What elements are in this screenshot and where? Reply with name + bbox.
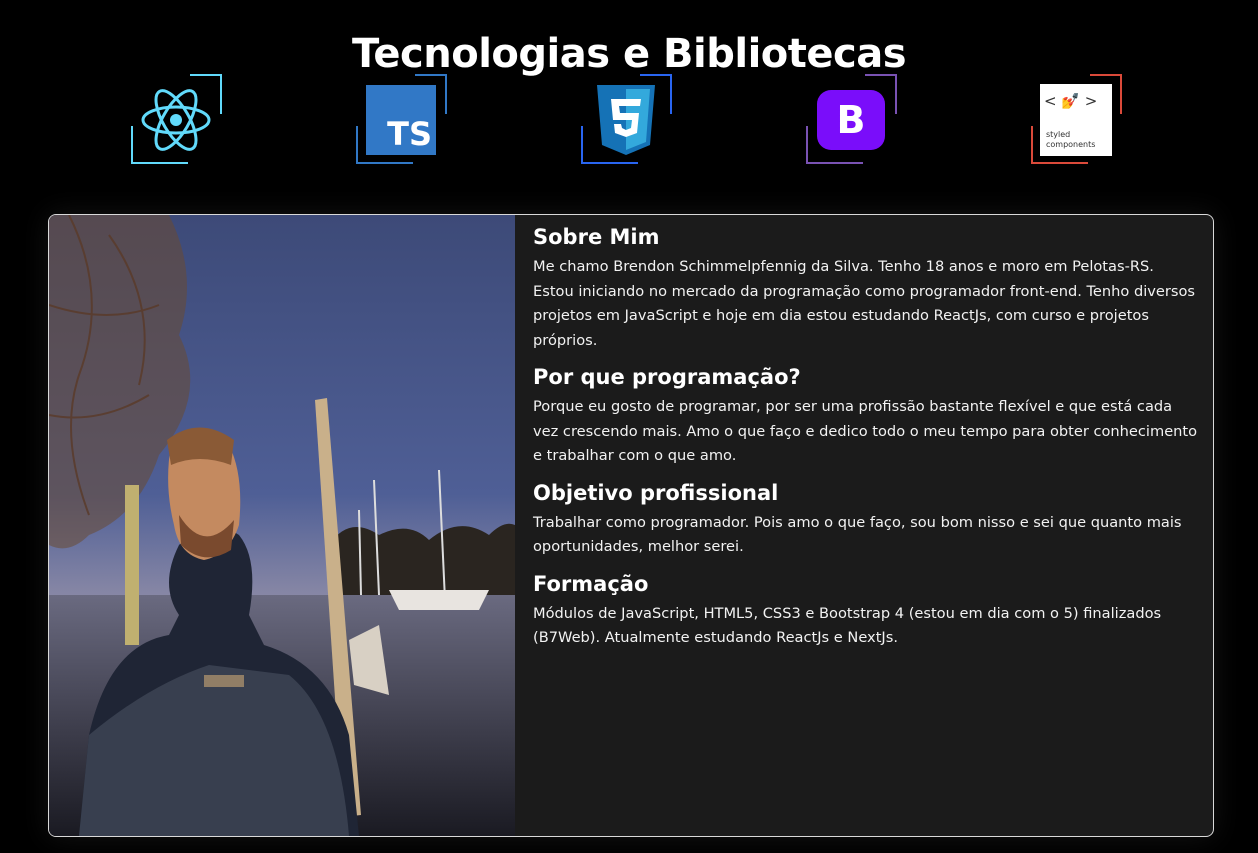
tech-bootstrap[interactable]: B xyxy=(805,74,897,166)
tech-react[interactable] xyxy=(130,74,222,166)
section-text-objetivo-profissional: Trabalhar como programador. Pois amo o q… xyxy=(533,513,1182,556)
tech-styled-components[interactable]: < 💅 > styled components xyxy=(1030,74,1122,166)
css3-icon xyxy=(588,82,664,158)
styled-components-label-1: styled xyxy=(1046,130,1071,139)
tech-css3[interactable] xyxy=(580,74,672,166)
tech-typescript[interactable]: TS xyxy=(355,74,447,166)
section-text-formacao: Módulos de JavaScript, HTML5, CSS3 e Boo… xyxy=(533,604,1162,647)
about-card: Sobre Mim Me chamo Brendon Schimmelpfenn… xyxy=(48,214,1214,837)
page-title: Tecnologias e Bibliotecas xyxy=(351,30,907,77)
section-heading-sobre-mim: Sobre Mim xyxy=(533,225,660,249)
section-heading-objetivo-profissional: Objetivo profissional xyxy=(533,480,779,505)
about-content: Sobre Mim Me chamo Brendon Schimmelpfenn… xyxy=(533,225,1198,663)
section-heading-formacao: Formação xyxy=(533,571,649,596)
profile-photo xyxy=(49,215,515,836)
styled-components-code: < 💅 > xyxy=(1044,92,1098,110)
bootstrap-badge: B xyxy=(836,98,866,142)
typescript-icon: TS xyxy=(363,82,439,158)
section-heading-por-que-programacao: Por que programação? xyxy=(533,365,801,389)
bootstrap-icon: B xyxy=(813,82,889,158)
section-text-por-que-programacao: Porque eu gosto de programar, por ser um… xyxy=(533,398,1198,464)
typescript-badge: TS xyxy=(387,115,432,153)
section-text-sobre-mim: Me chamo Brendon Schimmelpfennig da Silv… xyxy=(533,258,1196,349)
react-icon xyxy=(138,82,214,158)
styled-components-icon: < 💅 > styled components xyxy=(1038,82,1114,158)
styled-components-label-2: components xyxy=(1046,140,1096,149)
technologies-row: TS B < 💅 > styled components xyxy=(0,74,1258,166)
